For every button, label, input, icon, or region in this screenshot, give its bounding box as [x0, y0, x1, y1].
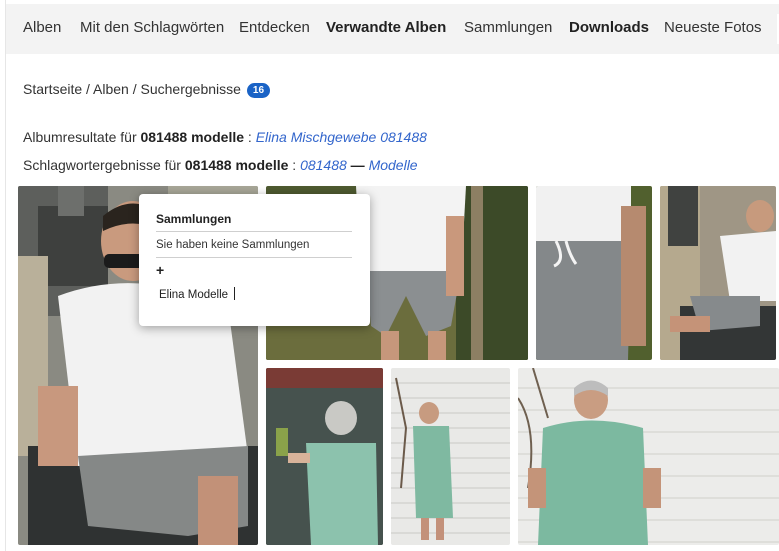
nav-item-downloads[interactable]: Downloads [569, 19, 649, 36]
album-results-query: 081488 modelle [140, 129, 245, 145]
tag-results-query: 081488 modelle [184, 157, 289, 173]
tag-results-colon: : [292, 157, 297, 173]
album-results-line: Albumresultate für 081488 modelle : Elin… [23, 129, 427, 145]
popup-divider-top [156, 231, 352, 232]
nav-item-schlagwoerter[interactable]: Mit den Schlagwörten [80, 19, 224, 36]
nav-item-alben[interactable]: Alben [23, 19, 61, 36]
photo-shorts-drawstring-closeup-image [536, 186, 652, 360]
text-cursor [234, 287, 235, 300]
popup-title: Sammlungen [156, 212, 232, 226]
photo-woman-green-dress-closeup[interactable] [518, 368, 779, 545]
tag-result-link-modelle[interactable]: Modelle [369, 157, 418, 173]
album-results-prefix: Albumresultate für [23, 129, 137, 145]
photo-woman-green-dress-brick-wall[interactable] [391, 368, 510, 545]
page-left-edge [0, 0, 6, 551]
photo-woman-green-dress-closeup-image [518, 368, 779, 545]
nav-item-neueste-fotos[interactable]: Neueste Fotos [664, 19, 762, 36]
breadcrumb-text[interactable]: Startseite / Alben / Suchergebnisse [23, 81, 241, 97]
nav-item-sammlungen[interactable]: Sammlungen [464, 19, 552, 36]
photo-woman-green-dress-brick-wall-image [391, 368, 510, 545]
photo-woman-green-dress-back[interactable] [266, 368, 383, 545]
tag-result-link-081488[interactable]: 081488 [300, 157, 347, 173]
nav-item-verwandte-alben[interactable]: Verwandte Alben [326, 19, 446, 36]
breadcrumb: Startseite / Alben / Suchergebnisse 16 [23, 81, 271, 99]
top-navigation: Alben Mit den Schlagwörten Entdecken Ver… [6, 4, 779, 54]
photo-woman-green-dress-back-image [266, 368, 383, 545]
popup-divider-bottom [156, 257, 352, 258]
photo-shorts-drawstring-closeup[interactable] [536, 186, 652, 360]
album-result-link[interactable]: Elina Mischgewebe 081488 [256, 129, 427, 145]
album-results-colon: : [247, 129, 252, 145]
photo-man-lounging-stove[interactable] [660, 186, 776, 360]
tag-results-line: Schlagwortergebnisse für 081488 modelle … [23, 157, 418, 173]
tag-results-dash: — [350, 157, 365, 173]
photo-man-lounging-stove-image [660, 186, 776, 360]
no-collections-text: Sie haben keine Sammlungen [156, 239, 310, 251]
result-count-badge: 16 [246, 83, 271, 98]
collections-popup: Sammlungen Sie haben keine Sammlungen + [139, 194, 370, 326]
add-collection-icon[interactable]: + [156, 262, 164, 278]
nav-item-entdecken[interactable]: Entdecken [239, 19, 310, 36]
new-collection-input[interactable] [159, 286, 349, 304]
tag-results-prefix: Schlagwortergebnisse für [23, 157, 181, 173]
